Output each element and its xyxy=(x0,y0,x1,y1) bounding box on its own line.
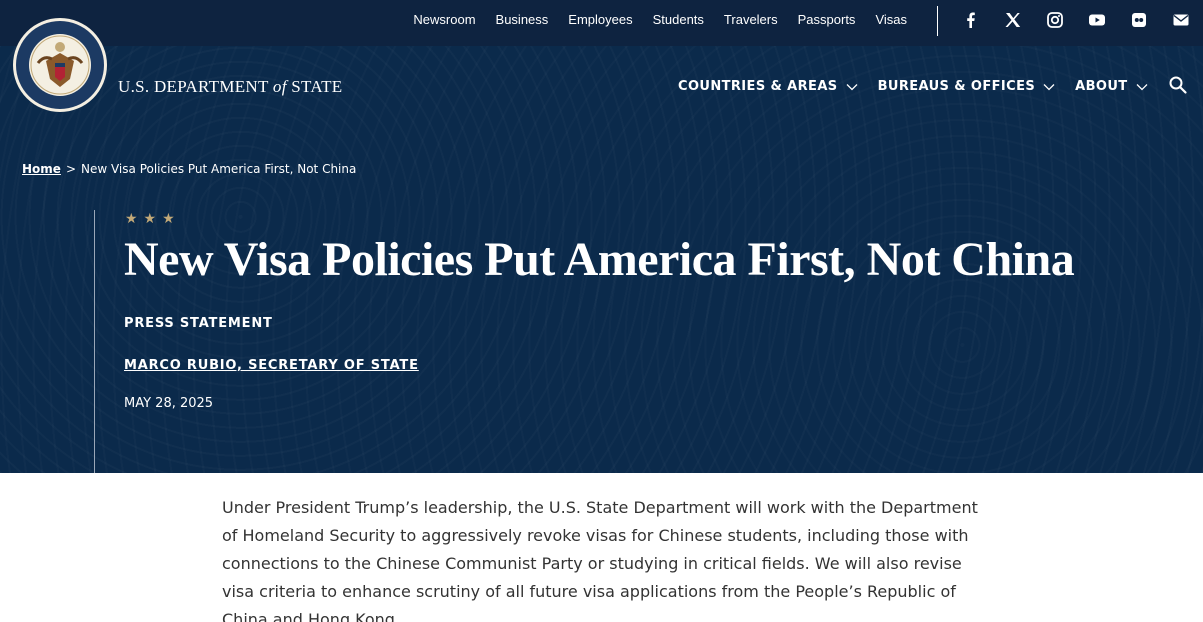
nav-about[interactable]: ABOUT xyxy=(1075,79,1148,94)
utility-divider xyxy=(937,6,938,36)
email-icon[interactable] xyxy=(1172,11,1192,29)
breadcrumb: Home > New Visa Policies Put America First… xyxy=(22,162,356,176)
document-type: PRESS STATEMENT xyxy=(124,316,273,331)
util-link-students[interactable]: Students xyxy=(653,11,704,29)
chevron-down-icon xyxy=(1043,83,1055,90)
author-link[interactable]: MARCO RUBIO, SECRETARY OF STATE xyxy=(124,358,419,373)
facebook-icon[interactable] xyxy=(962,11,982,29)
util-link-passports[interactable]: Passports xyxy=(798,11,856,29)
util-link-travelers[interactable]: Travelers xyxy=(724,11,778,29)
utility-nav: Newsroom Business Employees Students Tra… xyxy=(393,11,907,29)
department-seal[interactable] xyxy=(12,17,108,113)
agency-name-of: of xyxy=(272,77,287,96)
breadcrumb-home[interactable]: Home xyxy=(22,162,61,176)
breadcrumb-current: New Visa Policies Put America First, Not… xyxy=(81,162,357,176)
breadcrumb-separator: > xyxy=(65,162,76,176)
nav-countries-areas[interactable]: COUNTRIES & AREAS xyxy=(678,79,858,94)
nav-countries-areas-label: COUNTRIES & AREAS xyxy=(678,79,838,94)
title-divider xyxy=(94,210,95,473)
util-link-employees[interactable]: Employees xyxy=(568,11,632,29)
nav-bureaus-offices[interactable]: BUREAUS & OFFICES xyxy=(878,79,1056,94)
social-links xyxy=(962,11,1192,29)
agency-name-prefix: U.S. DEPARTMENT xyxy=(118,77,273,96)
util-link-visas[interactable]: Visas xyxy=(875,11,907,29)
search-icon[interactable] xyxy=(1168,75,1188,95)
stars-ornament: ★★★ xyxy=(125,210,181,226)
instagram-icon[interactable] xyxy=(1046,11,1066,29)
util-link-newsroom[interactable]: Newsroom xyxy=(413,11,475,29)
nav-bureaus-offices-label: BUREAUS & OFFICES xyxy=(877,79,1036,94)
agency-name[interactable]: U.S. DEPARTMENT of STATE xyxy=(118,77,342,97)
flickr-icon[interactable] xyxy=(1130,11,1150,29)
main-nav: COUNTRIES & AREAS BUREAUS & OFFICES ABOU… xyxy=(678,79,1168,94)
youtube-icon[interactable] xyxy=(1088,11,1108,29)
chevron-down-icon xyxy=(1136,83,1148,90)
agency-name-suffix: STATE xyxy=(286,77,343,96)
x-icon[interactable] xyxy=(1004,11,1024,29)
util-link-business[interactable]: Business xyxy=(496,11,549,29)
article-body: Under President Trump’s leadership, the … xyxy=(222,498,978,622)
nav-about-label: ABOUT xyxy=(1075,79,1128,94)
publish-date: MAY 28, 2025 xyxy=(124,396,214,411)
chevron-down-icon xyxy=(846,83,858,90)
page-title: New Visa Policies Put America First, Not… xyxy=(124,233,1075,286)
